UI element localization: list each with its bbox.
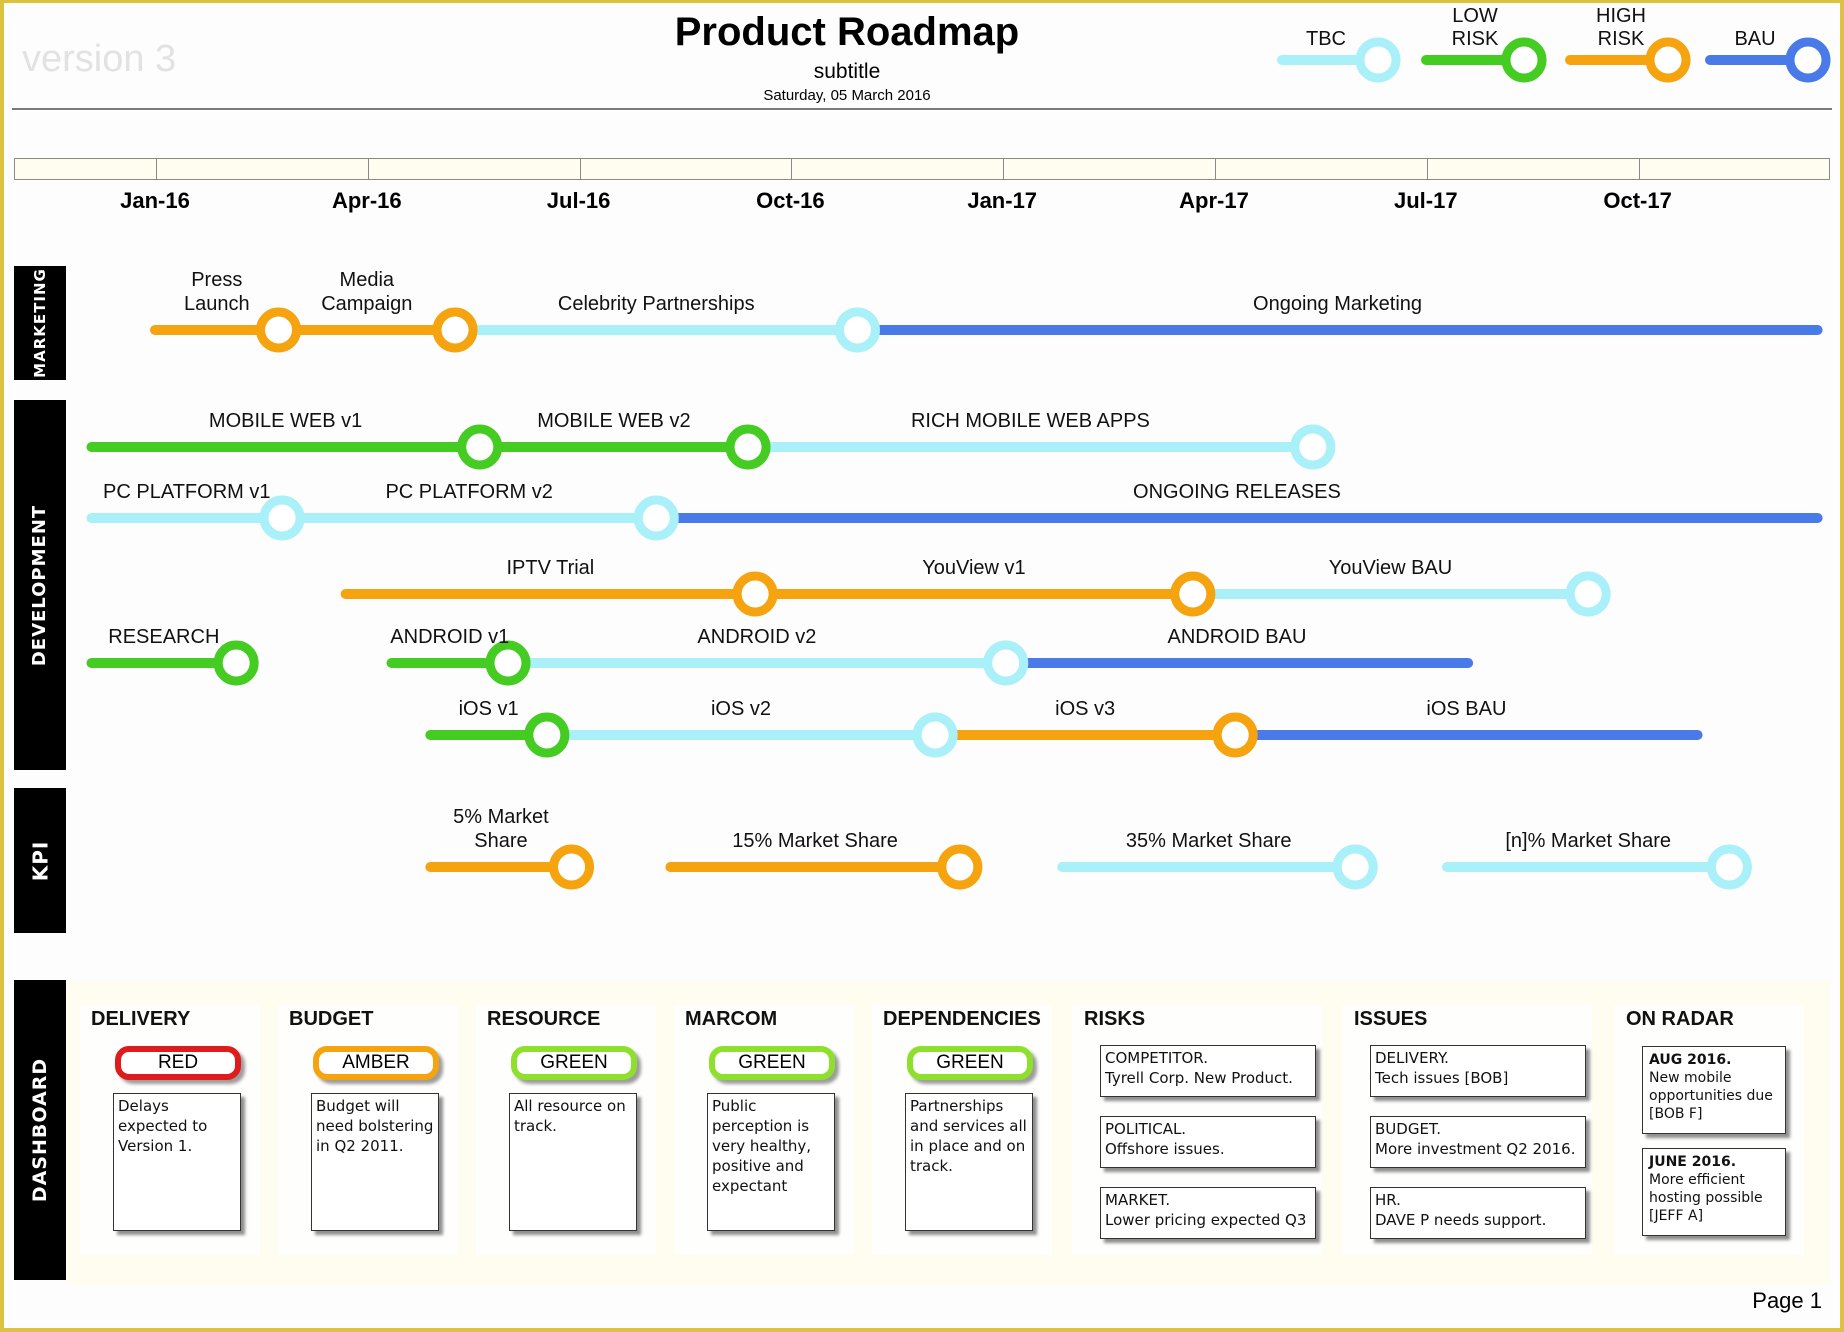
segment-label: Press [191,269,242,291]
section-label-dashboard: DASHBOARD [14,980,66,1280]
milestone-marker [983,640,1029,686]
milestone-marker [1332,844,1378,890]
issues-item-title: DELIVERY. [1375,1049,1449,1067]
on_radar-item-text: New mobile opportunities due [BOB F] [1649,1070,1773,1122]
milestone-marker [256,307,302,353]
milestone-marker [524,712,570,758]
segment-label: ANDROID BAU [1167,626,1306,648]
rag-status-badge: GREEN [907,1046,1033,1080]
status-note: Partnerships and services all in place a… [905,1093,1033,1231]
issues-item-title: HR. [1375,1191,1401,1209]
rag-status-badge: AMBER [313,1046,439,1080]
dashboard-heading: DEPENDENCIES [883,1008,1041,1030]
milestone-marker [485,640,531,686]
legend-milestone-icon-bau [1785,37,1831,83]
segment-label: PC PLATFORM v1 [103,481,270,503]
dashboard-heading: RISKS [1084,1008,1146,1030]
rag-status-badge: GREEN [709,1046,835,1080]
dashboard-heading: ISSUES [1354,1008,1428,1030]
segment-label: Media [340,269,395,291]
milestone-marker [549,844,595,890]
segment-label: ANDROID v1 [390,626,509,648]
milestone-marker [912,712,958,758]
risks-item-text: Tyrell Corp. New Product. [1105,1069,1293,1087]
dashboard-heading: RESOURCE [487,1008,601,1030]
milestone-marker [633,495,679,541]
rag-status-badge: GREEN [511,1046,637,1080]
issues-item: BUDGET. More investment Q2 2016. [1370,1116,1586,1168]
risks-item: POLITICAL. Offshore issues. [1100,1116,1316,1168]
dashboard-heading: MARCOM [685,1008,778,1030]
segment-label: Share [474,830,527,852]
issues-item-text: Tech issues [BOB] [1375,1069,1509,1087]
milestone-marker [725,424,771,470]
milestone-marker [732,571,778,617]
status-note: All resource on track. [509,1093,637,1231]
on_radar-item-title: JUNE 2016. [1649,1154,1737,1170]
issues-item: HR. DAVE P needs support. [1370,1187,1586,1239]
segment-label: YouView v1 [922,557,1025,579]
milestone-marker [432,307,478,353]
on_radar-item: JUNE 2016. More efficient hosting possibl… [1642,1148,1786,1236]
segment-label: iOS v2 [711,698,771,720]
segment-label: RESEARCH [108,626,219,648]
milestone-marker [1706,844,1752,890]
issues-item: DELIVERY. Tech issues [BOB] [1370,1045,1586,1097]
segment-label: RICH MOBILE WEB APPS [911,410,1150,432]
segment-label: ANDROID v2 [697,626,816,648]
roadmap-chart: PressLaunch MediaCampaign Celebrity Partne… [86,37,1831,890]
page-number: Page 1 [1752,1288,1822,1313]
milestone-marker [937,844,983,890]
milestone-marker [1290,424,1336,470]
risks-item-title: MARKET. [1105,1191,1171,1209]
risks-item-text: Offshore issues. [1105,1140,1225,1158]
segment-label: MOBILE WEB v2 [537,410,690,432]
risks-item-title: POLITICAL. [1105,1120,1187,1138]
rag-status-badge: RED [115,1046,241,1080]
section-label-text: DASHBOARD [29,1057,52,1203]
issues-item-text: DAVE P needs support. [1375,1211,1547,1229]
segment-label: Ongoing Marketing [1253,293,1422,315]
legend-milestone-icon-high-risk [1645,37,1691,83]
milestone-marker [1212,712,1258,758]
segment-label: iOS v1 [459,698,519,720]
segment-label: ONGOING RELEASES [1133,481,1341,503]
milestone-marker [1170,571,1216,617]
status-note: Budget will need bolstering in Q2 2011. [311,1093,439,1231]
status-note: Public perception is very healthy, posit… [707,1093,835,1231]
on_radar-item-text: More efficient hosting possible [JEFF A] [1649,1172,1763,1224]
risks-item: MARKET. Lower pricing expected Q3 [1100,1187,1316,1239]
segment-label: iOS BAU [1426,698,1506,720]
segment-label: Celebrity Partnerships [558,293,755,315]
on_radar-item: AUG 2016. New mobile opportunities due [B… [1642,1046,1786,1134]
risks-item-title: COMPETITOR. [1105,1049,1208,1067]
segment-label: 5% Market [453,806,549,828]
dashboard-heading: DELIVERY [91,1008,191,1030]
dashboard-heading: ON RADAR [1626,1008,1734,1030]
milestone-marker [457,424,503,470]
status-note: Delays expected to Version 1. [113,1093,241,1231]
on_radar-item-title: AUG 2016. [1649,1052,1732,1068]
legend-milestone-icon-tbc [1355,37,1401,83]
milestone-marker [834,307,880,353]
segment-label: Campaign [321,293,412,315]
segment-label: IPTV Trial [506,557,594,579]
dashboard-heading: BUDGET [289,1008,374,1030]
legend-milestone-icon-low-risk [1501,37,1547,83]
segment-label: YouView BAU [1329,557,1452,579]
milestone-marker [1565,571,1611,617]
milestone-marker [213,640,259,686]
risks-item-text: Lower pricing expected Q3 [1105,1211,1307,1229]
segment-label: 15% Market Share [732,830,898,852]
risks-item: COMPETITOR. Tyrell Corp. New Product. [1100,1045,1316,1097]
segment-label: MOBILE WEB v1 [209,410,362,432]
issues-item-text: More investment Q2 2016. [1375,1140,1576,1158]
segment-label: iOS v3 [1055,698,1115,720]
segment-label: 35% Market Share [1126,830,1292,852]
segment-label: PC PLATFORM v2 [385,481,552,503]
issues-item-title: BUDGET. [1375,1120,1442,1138]
segment-label: [n]% Market Share [1505,830,1671,852]
milestone-marker [259,495,305,541]
segment-label: Launch [184,293,250,315]
